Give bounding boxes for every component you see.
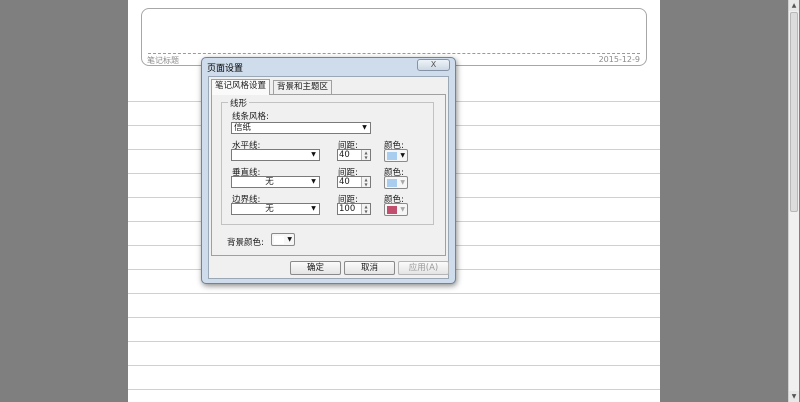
tab-note-style[interactable]: 笔记风格设置: [211, 79, 271, 95]
vertical-scrollbar[interactable]: ▲ ▼: [788, 0, 799, 402]
spin-buttons[interactable]: ▲ ▼: [361, 150, 370, 160]
tab-background-theme[interactable]: 背景和主题区: [273, 80, 333, 94]
border-spacing-stepper[interactable]: 100 ▲ ▼: [337, 203, 371, 215]
horizontal-line-select[interactable]: ▼: [231, 149, 320, 161]
note-date: 2015-12-9: [598, 55, 640, 64]
chevron-down-icon: ▼: [400, 179, 405, 186]
chevron-down-icon: ▼: [400, 206, 405, 213]
scroll-up-arrow-icon[interactable]: ▲: [789, 0, 799, 11]
chevron-down-icon: ▼: [287, 236, 292, 243]
tab-panel-note-style: 线形 线条风格: 信纸 ▼ 水平线: 间距: 颜色: ▼ 40 ▲ ▼ ▼ 垂直…: [211, 94, 446, 256]
border-color-swatch: [387, 206, 397, 214]
line-style-select[interactable]: 信纸 ▼: [231, 122, 371, 134]
spin-down-icon[interactable]: ▼: [362, 209, 370, 214]
border-color-button[interactable]: ▼: [384, 203, 408, 216]
horizontal-color-swatch: [387, 152, 397, 160]
horizontal-spacing-stepper[interactable]: 40 ▲ ▼: [337, 149, 371, 161]
ok-button[interactable]: 确定: [290, 261, 341, 275]
bg-color-swatch: [274, 236, 284, 244]
line-shape-group: 线形 线条风格: 信纸 ▼ 水平线: 间距: 颜色: ▼ 40 ▲ ▼ ▼ 垂直…: [221, 97, 434, 225]
spin-buttons[interactable]: ▲ ▼: [361, 204, 370, 214]
bg-color-button[interactable]: ▼: [271, 233, 295, 246]
scroll-thumb[interactable]: [790, 12, 798, 212]
header-divider: [148, 53, 640, 54]
border-line-select[interactable]: 无 ▼: [231, 203, 320, 215]
group-label: 线形: [228, 97, 250, 109]
chevron-down-icon: ▼: [400, 152, 405, 159]
horizontal-color-button[interactable]: ▼: [384, 149, 408, 162]
close-button[interactable]: X: [417, 59, 450, 71]
horizontal-spacing-value: 40: [339, 150, 350, 160]
spin-buttons[interactable]: ▲ ▼: [361, 177, 370, 187]
spin-down-icon[interactable]: ▼: [362, 155, 370, 160]
vertical-spacing-value: 40: [339, 177, 350, 187]
scroll-down-arrow-icon[interactable]: ▼: [789, 391, 799, 402]
border-line-value: 无: [265, 204, 274, 214]
page-setup-dialog: 页面设置 X 笔记风格设置 背景和主题区 线形 线条风格: 信纸 ▼ 水平线: …: [201, 57, 456, 284]
vertical-color-swatch: [387, 179, 397, 187]
vertical-color-button[interactable]: ▼: [384, 176, 408, 189]
dialog-client: 笔记风格设置 背景和主题区 线形 线条风格: 信纸 ▼ 水平线: 间距: 颜色:…: [208, 76, 449, 279]
vertical-line-value: 无: [265, 177, 274, 187]
vertical-spacing-stepper[interactable]: 40 ▲ ▼: [337, 176, 371, 188]
apply-button[interactable]: 应用(A): [398, 261, 449, 275]
chevron-down-icon: ▼: [311, 151, 316, 158]
line-style-label: 线条风格:: [232, 112, 269, 122]
spin-down-icon[interactable]: ▼: [362, 182, 370, 187]
vertical-line-select[interactable]: 无 ▼: [231, 176, 320, 188]
chevron-down-icon: ▼: [311, 205, 316, 212]
bg-color-label: 背景颜色:: [227, 238, 264, 248]
chevron-down-icon: ▼: [311, 178, 316, 185]
cancel-button[interactable]: 取消: [344, 261, 395, 275]
line-style-value: 信纸: [234, 123, 252, 133]
chevron-down-icon: ▼: [362, 124, 367, 131]
dialog-title: 页面设置: [207, 64, 244, 74]
border-spacing-value: 100: [339, 204, 356, 214]
note-title[interactable]: 笔记标题: [147, 55, 179, 66]
